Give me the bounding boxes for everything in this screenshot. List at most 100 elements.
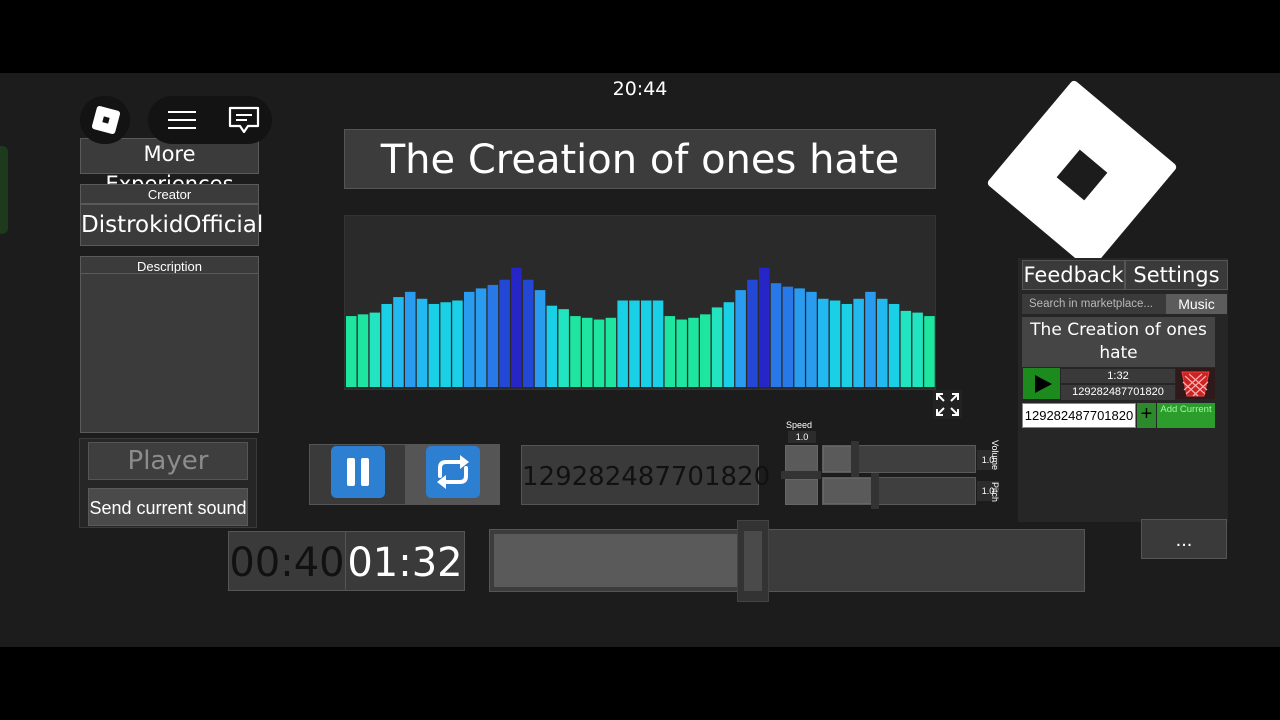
visualizer-bar bbox=[782, 286, 794, 387]
sound-id-input[interactable]: 129282487701820 bbox=[1022, 403, 1136, 428]
topbar-pill bbox=[148, 96, 272, 144]
visualizer-bar bbox=[346, 316, 357, 387]
visualizer-bar bbox=[357, 314, 369, 387]
sound-id-display[interactable]: 129282487701820 bbox=[521, 445, 770, 505]
visualizer-bar bbox=[546, 305, 558, 387]
description-label: Description bbox=[80, 256, 259, 274]
visualizer-bar bbox=[841, 303, 853, 387]
visualizer-bar bbox=[794, 288, 805, 387]
chat-icon[interactable] bbox=[226, 105, 262, 137]
pause-button[interactable] bbox=[331, 446, 385, 498]
visualizer-bar bbox=[770, 283, 782, 387]
visualizer-bar bbox=[617, 300, 628, 387]
settings-tab[interactable]: Settings bbox=[1125, 260, 1228, 290]
add-current-button[interactable]: Add Current bbox=[1157, 403, 1215, 428]
speed-label: Speed bbox=[786, 420, 813, 430]
speed-value: 1.0 bbox=[788, 431, 816, 443]
visualizer-bar bbox=[688, 317, 699, 387]
card-duration: 1:32 bbox=[1061, 369, 1175, 383]
roblox-menu-button[interactable] bbox=[80, 96, 130, 144]
visualizer-bar bbox=[475, 288, 487, 387]
visualizer-bar bbox=[865, 291, 876, 387]
expand-icon[interactable] bbox=[933, 390, 962, 419]
side-edge-tab bbox=[0, 146, 8, 234]
total-time: 01:32 bbox=[345, 531, 465, 591]
audio-visualizer bbox=[344, 215, 936, 390]
visualizer-bar bbox=[853, 298, 864, 387]
visualizer-bar bbox=[806, 291, 817, 387]
visualizer-bar bbox=[582, 317, 593, 387]
visualizer-bar bbox=[452, 300, 463, 387]
visualizer-bar bbox=[759, 267, 770, 387]
visualizer-bar bbox=[641, 300, 652, 387]
play-card-button[interactable] bbox=[1023, 368, 1060, 399]
creator-label: Creator bbox=[80, 184, 259, 204]
visualizer-bar bbox=[723, 302, 735, 387]
visualizer-bar bbox=[523, 279, 534, 387]
volume-label: Volume bbox=[990, 440, 1000, 471]
roblox-logo-icon bbox=[91, 105, 121, 135]
visualizer-bar bbox=[381, 303, 392, 387]
description-box bbox=[80, 273, 259, 433]
visualizer-bar bbox=[405, 291, 416, 387]
trash-icon[interactable] bbox=[1176, 368, 1215, 399]
more-options-button[interactable]: ... bbox=[1141, 519, 1227, 559]
visualizer-bar bbox=[924, 316, 935, 387]
visualizer-bar bbox=[829, 300, 841, 387]
visualizer-bar bbox=[369, 312, 381, 387]
visualizer-bar bbox=[912, 312, 923, 387]
song-title: The Creation of ones hate bbox=[344, 129, 936, 189]
visualizer-bar bbox=[534, 290, 546, 387]
progress-knob[interactable] bbox=[737, 520, 769, 602]
visualizer-bar bbox=[629, 300, 640, 387]
visualizer-bar bbox=[888, 303, 900, 387]
visualizer-bar bbox=[487, 284, 499, 387]
creator-name: DistrokidOfficial bbox=[80, 204, 263, 246]
visualizer-bar bbox=[900, 310, 912, 387]
visualizer-bar bbox=[416, 298, 428, 387]
visualizer-bar bbox=[593, 319, 605, 387]
loop-button[interactable] bbox=[426, 446, 480, 498]
player-name-input[interactable]: Player name bbox=[88, 442, 248, 512]
pitch-slider-handle[interactable] bbox=[871, 473, 879, 509]
marketplace-search-input[interactable]: Search in marketplace... bbox=[1022, 294, 1166, 314]
add-button[interactable]: + bbox=[1137, 403, 1156, 428]
music-tab[interactable]: Music bbox=[1166, 294, 1227, 314]
visualizer-bar bbox=[605, 317, 617, 387]
visualizer-bar bbox=[747, 279, 758, 387]
speed-slider-box-2[interactable] bbox=[785, 479, 818, 505]
visualizer-bar bbox=[558, 309, 569, 387]
visualizer-bar bbox=[464, 291, 475, 387]
visualizer-bar bbox=[393, 297, 404, 387]
visualizer-bar bbox=[499, 279, 510, 387]
progress-fill bbox=[494, 534, 749, 587]
visualizer-bar bbox=[428, 303, 440, 387]
send-current-sound-button[interactable]: Send current sound bbox=[88, 488, 248, 526]
pitch-slider-fill bbox=[823, 478, 873, 504]
card-sound-id: 129282487701820 bbox=[1061, 385, 1175, 400]
speed-slider-handle[interactable] bbox=[781, 471, 821, 479]
visualizer-bar bbox=[570, 316, 581, 387]
visualizer-bar bbox=[652, 300, 664, 387]
progress-bar[interactable] bbox=[489, 520, 1085, 602]
music-card-title: The Creation of ones hate bbox=[1022, 317, 1215, 367]
visualizer-bar bbox=[711, 307, 723, 387]
visualizer-bar bbox=[440, 302, 451, 387]
repeat-icon bbox=[437, 455, 469, 489]
visualizer-bar bbox=[664, 316, 676, 387]
visualizer-bar bbox=[700, 314, 711, 387]
hamburger-menu-icon[interactable] bbox=[166, 108, 200, 132]
current-time: 00:40 bbox=[228, 531, 346, 591]
feedback-tab[interactable]: Feedback bbox=[1022, 260, 1125, 290]
volume-slider-fill bbox=[823, 446, 853, 472]
visualizer-bar bbox=[818, 298, 829, 387]
pitch-label: Pitch bbox=[990, 482, 1000, 503]
visualizer-bars bbox=[346, 267, 935, 387]
visualizer-bar bbox=[877, 298, 888, 387]
speed-slider-box[interactable] bbox=[785, 445, 818, 472]
visualizer-bar bbox=[511, 267, 522, 387]
clock: 20:44 bbox=[612, 78, 668, 100]
volume-slider-handle[interactable] bbox=[851, 441, 859, 477]
visualizer-bar bbox=[676, 319, 687, 387]
visualizer-bar bbox=[735, 290, 746, 387]
